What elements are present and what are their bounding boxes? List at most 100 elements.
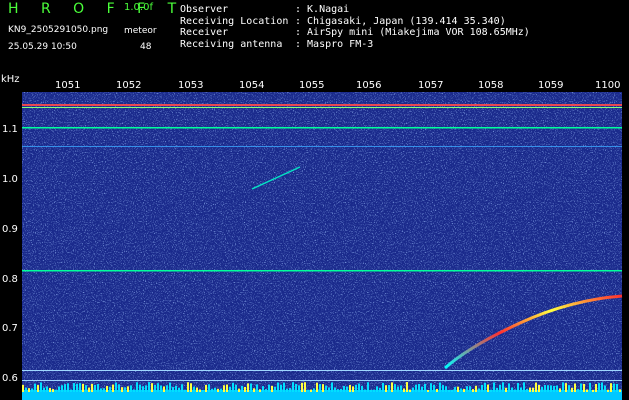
noise-spike (85, 385, 87, 392)
info-value: : K.Nagai (295, 4, 350, 15)
noise-spike (487, 384, 489, 392)
noise-spike (100, 388, 102, 392)
noise-spike (529, 387, 531, 392)
noise-spike (544, 385, 546, 392)
noise-spike (289, 388, 291, 392)
noise-spike (397, 386, 399, 392)
noise-spike (532, 387, 534, 392)
noise-spike (136, 382, 138, 392)
noise-spike (61, 385, 63, 392)
noise-spike (430, 383, 432, 392)
noise-spike (268, 384, 270, 392)
noise-spike (604, 385, 606, 392)
noise-spike (25, 387, 27, 392)
spectrogram (0, 78, 629, 400)
noise-spike (559, 388, 561, 392)
noise-spike (385, 385, 387, 392)
noise-spike (49, 387, 51, 392)
noise-spike (433, 384, 435, 392)
noise-spike (31, 388, 33, 392)
noise-spike (562, 382, 564, 392)
noise-spike (565, 383, 567, 392)
noise-spike (448, 389, 450, 392)
noise-spike (373, 389, 375, 392)
noise-spike (22, 384, 24, 392)
time-label-1059: 1059 (538, 80, 564, 91)
noise-spike (514, 389, 516, 392)
noise-spike (304, 382, 306, 392)
noise-spike (130, 385, 132, 392)
noise-spike (43, 387, 45, 392)
noise-spike (583, 383, 585, 392)
meteor-label: meteor (124, 26, 157, 36)
noise-spike (367, 382, 369, 392)
freq-label: 1.1 (2, 124, 18, 135)
noise-spike (355, 384, 357, 392)
noise-spike (229, 386, 231, 392)
noise-spike (259, 389, 261, 392)
noise-spike (241, 385, 243, 392)
noise-spike (340, 389, 342, 392)
noise-spike (601, 382, 603, 392)
noise-spike (169, 382, 171, 392)
noise-spike (466, 386, 468, 392)
noise-spike (499, 384, 501, 392)
noise-spike (199, 389, 201, 392)
noise-spike (361, 385, 363, 392)
noise-spike (178, 387, 180, 392)
noise-spike (250, 383, 252, 392)
info-row-receiver: Receiver : AirSpy mini (Miakejima VOR 10… (180, 27, 530, 39)
noise-spike (112, 384, 114, 392)
noise-spike (619, 389, 621, 392)
noise-spike (595, 383, 597, 392)
noise-spike (316, 382, 318, 392)
noise-spike (538, 384, 540, 392)
noise-spike (592, 389, 594, 392)
noise-spike (154, 384, 156, 392)
noise-spike (226, 384, 228, 392)
file-name: KN9_2505291050.png (8, 25, 109, 35)
noise-spike (577, 389, 579, 392)
noise-spike (442, 385, 444, 392)
noise-spike (166, 385, 168, 392)
noise-spike (217, 388, 219, 392)
noise-spike (334, 387, 336, 392)
noise-spike (253, 388, 255, 392)
noise-spike (115, 382, 117, 392)
noise-spike (82, 383, 84, 392)
noise-spike (556, 385, 558, 392)
noise-spike (352, 386, 354, 392)
noise-spike (163, 386, 165, 392)
noise-spike (205, 384, 207, 392)
time-label-1057: 1057 (418, 80, 444, 91)
noise-spike (379, 387, 381, 392)
noise-spike (382, 382, 384, 392)
noise-spike (376, 386, 378, 392)
carrier-line-0-82 (22, 270, 622, 272)
noise-spike (610, 383, 612, 392)
noise-spike (580, 383, 582, 392)
noise-spike (211, 388, 213, 392)
freq-label: 0.9 (2, 224, 18, 235)
time-label-1100: 1100 (595, 80, 621, 91)
noise-spike (463, 388, 465, 392)
info-row-antenna: Receiving antenna : Maspro FM-3 (180, 39, 530, 51)
noise-spike (574, 383, 576, 392)
noise-spike (436, 388, 438, 392)
noise-spike (247, 383, 249, 392)
app-version: 1.0.0f (124, 2, 153, 13)
noise-spike (400, 385, 402, 392)
noise-spike (124, 387, 126, 392)
noise-spike (157, 383, 159, 392)
noise-spike (388, 384, 390, 392)
info-key: Receiving Location (180, 15, 289, 27)
noise-spike (418, 383, 420, 392)
noise-spike (151, 383, 153, 392)
noise-spike (214, 387, 216, 392)
date-time: 25.05.29 10:50 (8, 42, 77, 52)
noise-spike (424, 383, 426, 392)
noise-spike (37, 385, 39, 392)
noise-spike (553, 385, 555, 392)
noise-spike (40, 382, 42, 392)
noise-spike (475, 385, 477, 392)
